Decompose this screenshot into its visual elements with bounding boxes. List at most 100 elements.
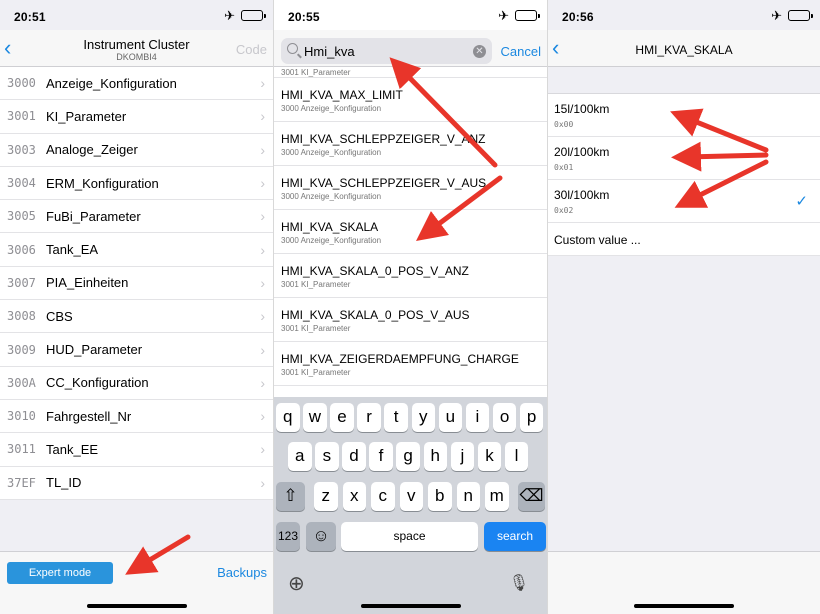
list-item[interactable]: 3000 Anzeige_Konfiguration › <box>0 67 273 101</box>
list-item[interactable]: 3001 KI_Parameter <box>274 67 547 78</box>
battery-icon <box>515 10 540 21</box>
chevron-right-icon: › <box>260 474 265 491</box>
page-title: HMI_KVA_SKALA <box>635 43 733 57</box>
emoji-icon[interactable]: ☺ <box>306 522 336 551</box>
search-result-item[interactable]: HMI_KVA_SKALA 3000 Anzeige_Konfiguration <box>274 210 547 254</box>
search-result-item[interactable]: HMI_KVA_ZEIGERDAEMPFUNG_CHARGE 3001 KI_Pa… <box>274 342 547 386</box>
search-result-item[interactable]: HMI_KVA_MAX_LIMIT 3000 Anzeige_Konfigurat… <box>274 78 547 122</box>
search-input[interactable]: Hmi_kva ✕ <box>281 38 492 64</box>
key-x[interactable]: x <box>342 482 366 511</box>
numbers-key[interactable]: 123 <box>276 522 300 551</box>
option-hex: 0x01 <box>554 163 574 172</box>
chevron-right-icon: › <box>260 341 265 358</box>
key-m[interactable]: m <box>485 482 509 511</box>
search-result-item[interactable]: HMI_KVA_SKALA_0_POS_V_ANZ 3001 KI_Paramet… <box>274 254 547 298</box>
result-name: HMI_KVA_SCHLEPPZEIGER_V_ANZ <box>281 132 486 146</box>
block-list: 3000 Anzeige_Konfiguration › 3001 KI_Paramet… <box>0 67 273 500</box>
custom-value-item[interactable]: Custom value ... <box>548 223 820 256</box>
search-result-item[interactable]: HMI_KVA_SKALA_0_POS_V_AUS 3001 KI_Paramet… <box>274 298 547 342</box>
key-y[interactable]: y <box>411 403 435 432</box>
item-name: Anzeige_Konfiguration <box>46 75 177 91</box>
clear-icon[interactable]: ✕ <box>473 45 486 58</box>
airplane-icon: ✈ <box>498 8 509 23</box>
list-item[interactable]: 3007 PIA_Einheiten › <box>0 267 273 301</box>
key-q[interactable]: q <box>276 403 300 432</box>
globe-icon[interactable]: ⊕ <box>288 571 305 596</box>
key-f[interactable]: f <box>369 442 393 471</box>
item-name: CC_Konfiguration <box>46 375 149 391</box>
search-bar: Hmi_kva ✕ Cancel <box>274 30 547 67</box>
list-item[interactable]: 3008 CBS › <box>0 300 273 334</box>
shift-icon[interactable]: ⇧ <box>276 482 305 511</box>
key-t[interactable]: t <box>384 403 408 432</box>
key-s[interactable]: s <box>315 442 339 471</box>
option-value: 20l/100km <box>554 145 610 159</box>
list-item[interactable]: 37EF TL_ID › <box>0 467 273 500</box>
list-item[interactable]: 300A CC_Konfiguration › <box>0 367 273 400</box>
search-results: 3001 KI_Parameter HMI_KVA_MAX_LIMIT 3000 A… <box>274 67 547 386</box>
key-z[interactable]: z <box>314 482 338 511</box>
key-r[interactable]: r <box>357 403 381 432</box>
list-item[interactable]: 3009 HUD_Parameter › <box>0 333 273 367</box>
key-b[interactable]: b <box>428 482 452 511</box>
cancel-button[interactable]: Cancel <box>501 44 541 59</box>
code-button[interactable]: Code <box>236 42 267 57</box>
list-item[interactable]: 3006 Tank_EA › <box>0 233 273 267</box>
key-j[interactable]: j <box>450 442 475 471</box>
airplane-icon: ✈ <box>771 8 782 23</box>
list-item[interactable]: 3001 KI_Parameter › <box>0 100 273 134</box>
option-item[interactable]: 30l/100km 0x02 ✓ <box>548 180 820 223</box>
list-item[interactable]: 3003 Analoge_Zeiger › <box>0 134 273 167</box>
key-i[interactable]: i <box>465 403 490 432</box>
option-item[interactable]: 20l/100km 0x01 <box>548 137 820 180</box>
key-g[interactable]: g <box>396 442 420 471</box>
key-h[interactable]: h <box>423 442 447 471</box>
microphone-icon[interactable]: 🎙 <box>509 573 529 593</box>
result-name: HMI_KVA_ZEIGERDAEMPFUNG_CHARGE <box>281 352 519 366</box>
search-value[interactable]: Hmi_kva <box>304 44 355 59</box>
status-time: 20:56 <box>562 10 594 24</box>
chevron-right-icon: › <box>260 241 265 258</box>
item-name: Fahrgestell_Nr <box>46 408 132 424</box>
result-name: HMI_KVA_SKALA <box>281 220 379 234</box>
result-name: HMI_KVA_MAX_LIMIT <box>281 88 403 102</box>
result-desc: 3000 Anzeige_Konfiguration <box>281 104 382 113</box>
chevron-right-icon: › <box>260 274 265 291</box>
key-w[interactable]: w <box>303 403 327 432</box>
list-item[interactable]: 3010 Fahrgestell_Nr › <box>0 400 273 434</box>
chevron-right-icon: › <box>260 408 265 425</box>
key-c[interactable]: c <box>371 482 395 511</box>
key-d[interactable]: d <box>342 442 366 471</box>
key-l[interactable]: l <box>504 442 529 471</box>
backups-button[interactable]: Backups <box>217 565 267 580</box>
key-u[interactable]: u <box>438 403 463 432</box>
item-hex: 300A <box>7 375 36 390</box>
status-bar: 20:56 ✈ <box>548 0 820 34</box>
list-item[interactable]: 3011 Tank_EE › <box>0 433 273 467</box>
search-result-item[interactable]: HMI_KVA_SCHLEPPZEIGER_V_ANZ 3000 Anzeige_… <box>274 122 547 166</box>
item-hex: 3007 <box>7 275 36 290</box>
panel-search: 20:55 ✈ Hmi_kva ✕ Cancel 3001 KI_Paramet… <box>274 0 547 614</box>
key-e[interactable]: e <box>330 403 354 432</box>
item-name: FuBi_Parameter <box>46 208 141 224</box>
key-k[interactable]: k <box>477 442 502 471</box>
expert-mode-button[interactable]: Expert mode <box>7 562 113 584</box>
option-item[interactable]: 15l/100km 0x00 <box>548 94 820 137</box>
item-hex: 3011 <box>7 442 36 457</box>
option-list: 15l/100km 0x00 20l/100km 0x01 30l/100km 0x02 ✓… <box>548 93 820 256</box>
chevron-right-icon: › <box>260 374 265 391</box>
key-n[interactable]: n <box>456 482 480 511</box>
option-hex: 0x02 <box>554 206 574 215</box>
list-item[interactable]: 3005 FuBi_Parameter › <box>0 200 273 234</box>
list-item[interactable]: 3004 ERM_Konfiguration › <box>0 167 273 201</box>
key-v[interactable]: v <box>399 482 423 511</box>
space-key[interactable]: space <box>341 522 478 551</box>
key-p[interactable]: p <box>519 403 544 432</box>
search-key[interactable]: search <box>484 522 546 551</box>
search-result-item[interactable]: HMI_KVA_SCHLEPPZEIGER_V_AUS 3000 Anzeige_… <box>274 166 547 210</box>
key-o[interactable]: o <box>492 403 517 432</box>
key-a[interactable]: a <box>288 442 312 471</box>
delete-icon[interactable]: ⌫ <box>518 482 545 511</box>
keyboard: q w e r t y u i o p a s d f g h j k l ⇧ z x c v b n m ⌫ 123 ☺ space sea… <box>274 397 547 614</box>
chevron-right-icon: › <box>260 208 265 225</box>
